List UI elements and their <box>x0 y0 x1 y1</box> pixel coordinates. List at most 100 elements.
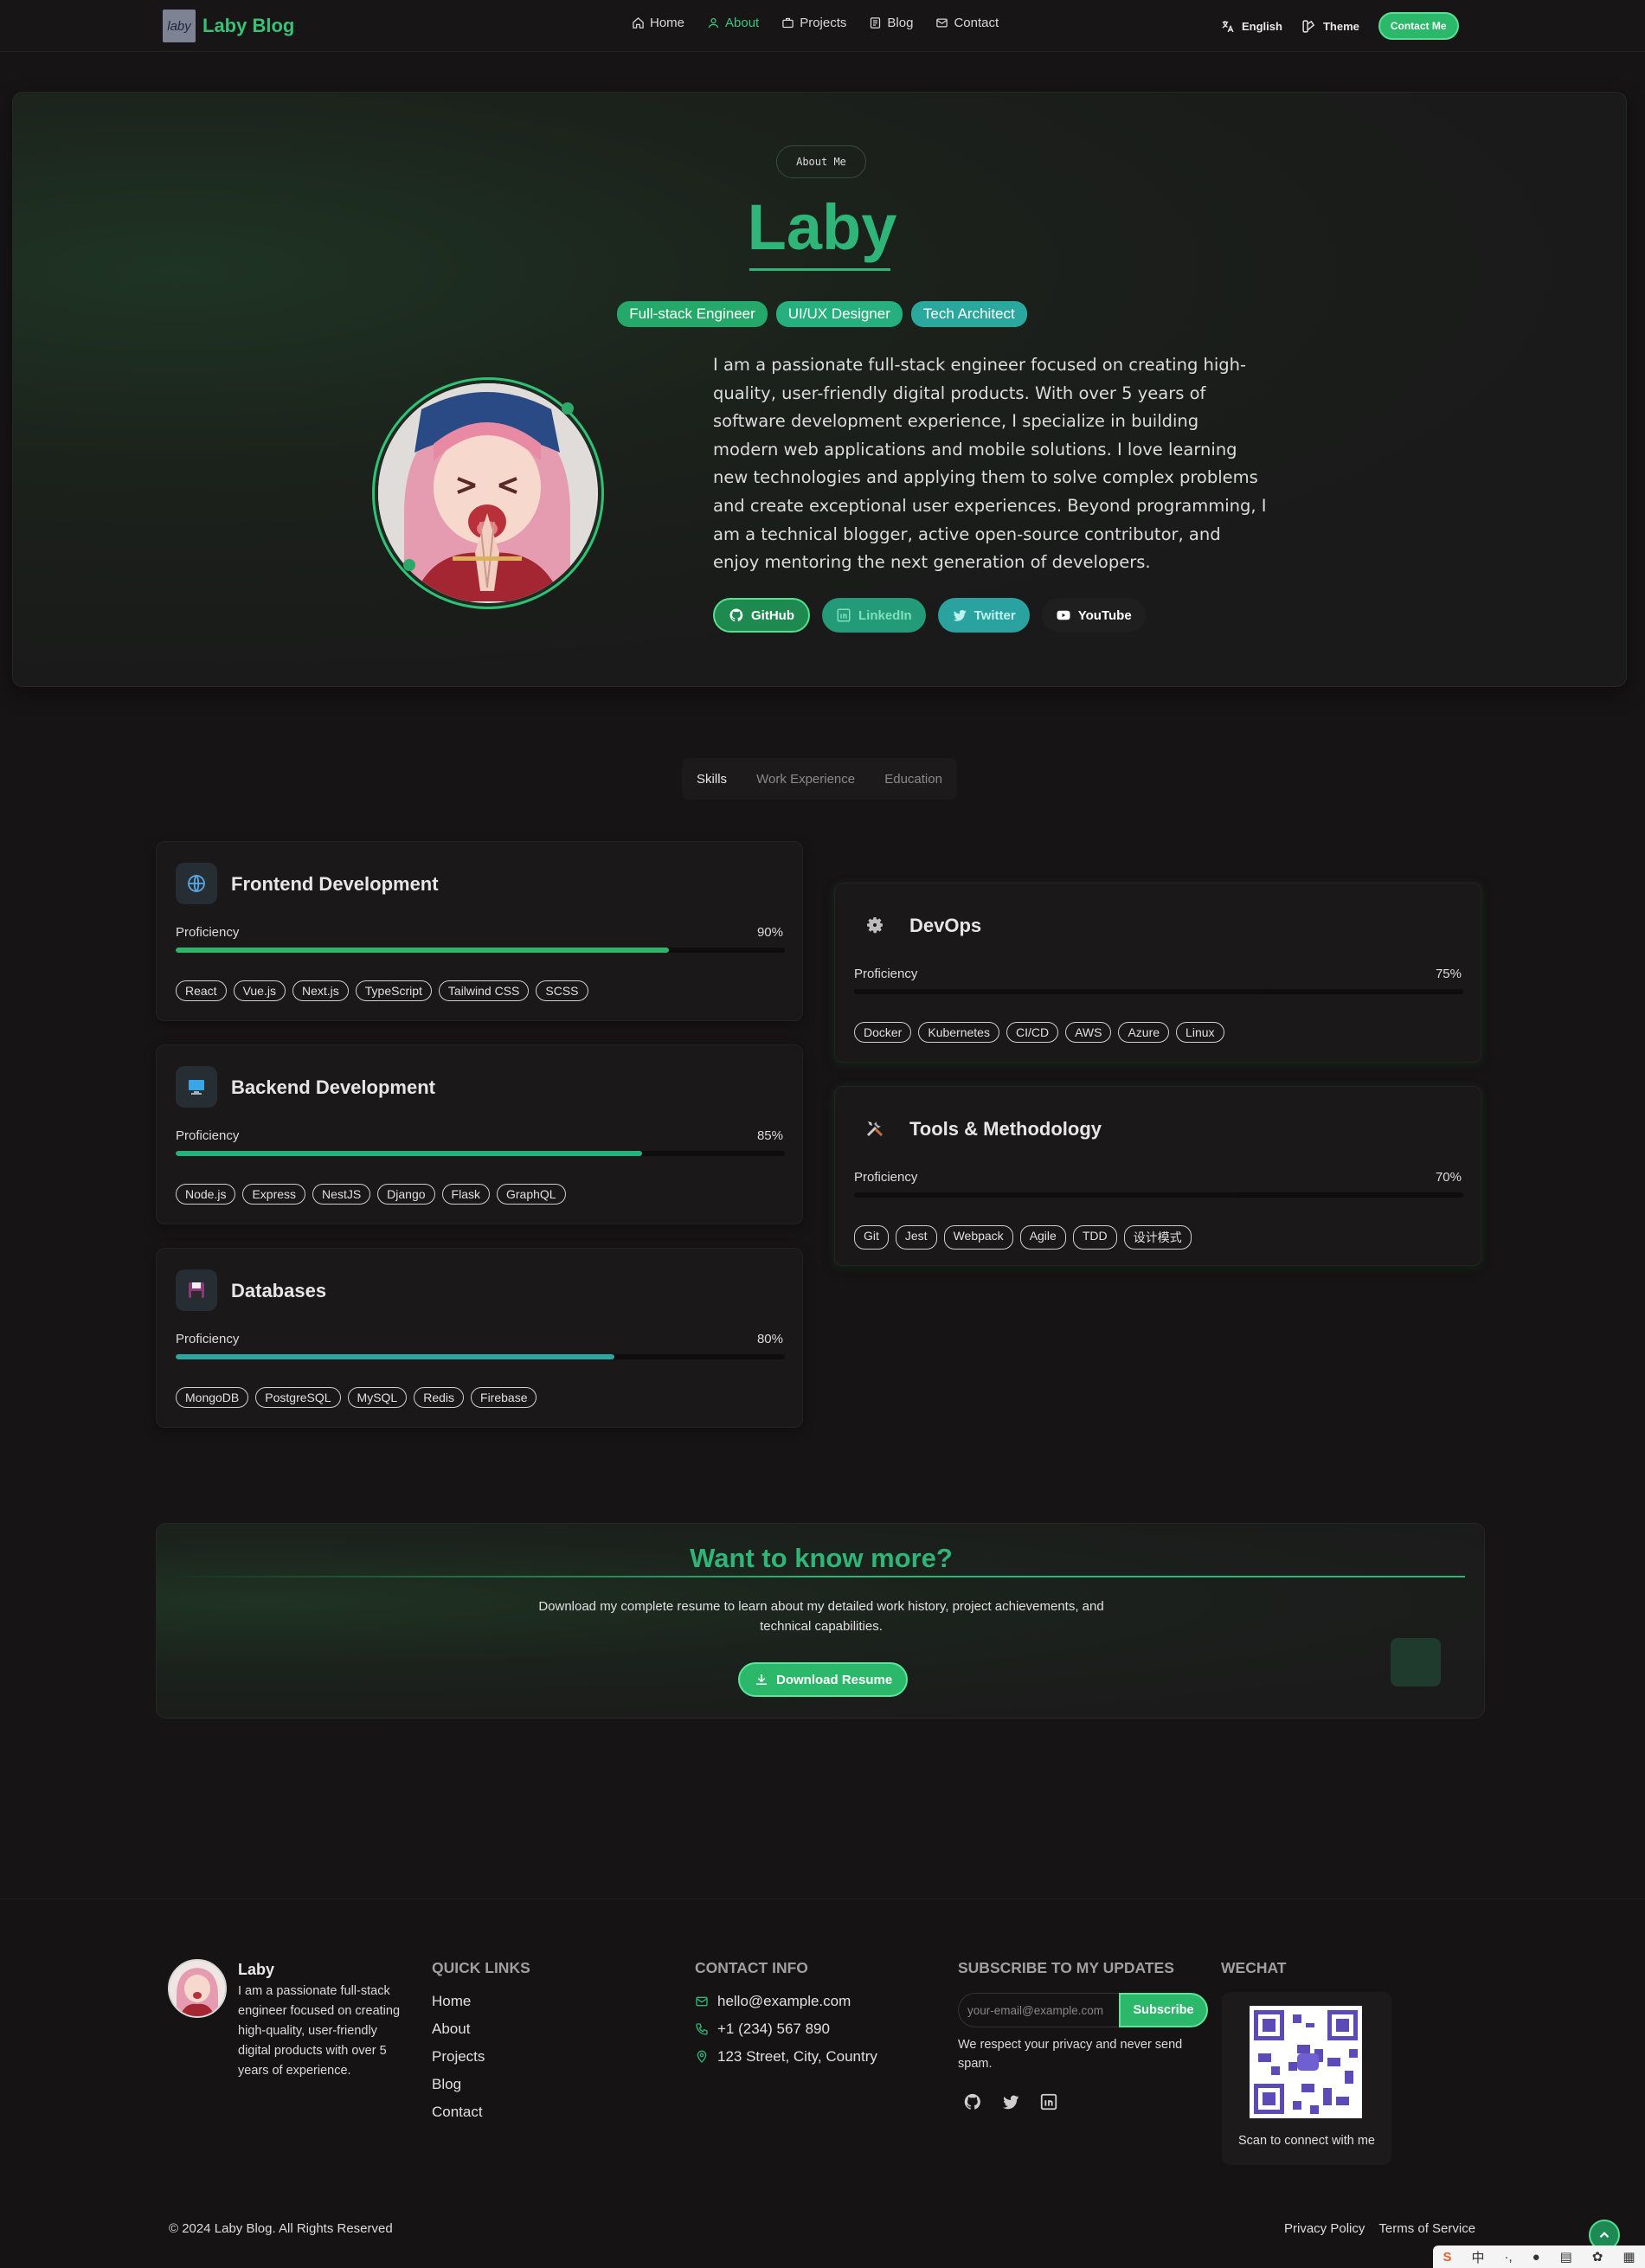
grid-icon[interactable]: ▦ <box>1623 2249 1635 2265</box>
linkedin-button[interactable]: LinkedIn <box>822 598 926 633</box>
download-icon <box>756 1674 767 1685</box>
skill-tag: MongoDB <box>176 1387 249 1408</box>
monitor-icon <box>176 1066 217 1108</box>
cta-text: Download my complete resume to learn abo… <box>538 1599 1104 1634</box>
decorative-dot <box>403 559 415 571</box>
footer-link-about[interactable]: About <box>432 2015 485 2043</box>
chevron-up-icon <box>1599 2232 1610 2239</box>
linkedin-icon[interactable] <box>1039 2092 1058 2111</box>
tools-icon <box>854 1108 896 1149</box>
skill-card-title: Databases <box>231 1280 327 1301</box>
privacy-policy-link[interactable]: Privacy Policy <box>1284 2221 1365 2236</box>
keyboard-icon[interactable]: ▤ <box>1560 2249 1572 2265</box>
nav-contact[interactable]: Contact <box>935 16 999 30</box>
skill-tags: Node.js Express NestJS Django Flask Grap… <box>176 1184 566 1205</box>
tab-education[interactable]: Education <box>884 772 942 787</box>
subscribe-button[interactable]: Subscribe <box>1119 1993 1208 2027</box>
nav-home[interactable]: Home <box>632 16 684 30</box>
proficiency-value: 85% <box>756 1128 783 1143</box>
tab-skills[interactable]: Skills <box>697 772 727 787</box>
hero-bio: I am a passionate full-stack engineer fo… <box>713 355 1267 573</box>
contact-email[interactable]: hello@example.com <box>695 1988 877 2015</box>
nav-home-label: Home <box>650 16 685 30</box>
ime-logo[interactable]: S <box>1443 2250 1451 2265</box>
github-icon <box>729 608 743 622</box>
cta-title: Want to know more? <box>690 1543 953 1573</box>
github-button[interactable]: GitHub <box>713 598 810 633</box>
nav-projects[interactable]: Projects <box>781 16 846 30</box>
contact-phone[interactable]: +1 (234) 567 890 <box>695 2015 877 2043</box>
language-switcher[interactable]: English <box>1220 19 1282 34</box>
phone-text: +1 (234) 567 890 <box>717 2021 830 2037</box>
ime-mode[interactable]: 中 <box>1471 2248 1484 2266</box>
document-icon <box>871 17 881 29</box>
theme-switcher[interactable]: Theme <box>1301 19 1359 34</box>
terms-of-service-link[interactable]: Terms of Service <box>1378 2221 1475 2236</box>
cta-divider <box>177 1576 1465 1577</box>
youtube-button[interactable]: YouTube <box>1041 598 1146 633</box>
proficiency-label: Proficiency <box>176 1332 240 1346</box>
quick-links-heading: QUICK LINKS <box>432 1959 530 1976</box>
decorative-square <box>1391 1638 1441 1687</box>
footer-link-home[interactable]: Home <box>432 1988 485 2015</box>
phone-icon <box>696 2023 708 2035</box>
skill-tag: Django <box>377 1184 435 1205</box>
skill-card-frontend: Frontend Development Proficiency 90% Rea… <box>156 841 803 1021</box>
twitter-icon[interactable] <box>1001 2092 1020 2111</box>
about-tabs: Skills Work Experience Education <box>682 758 957 800</box>
twitter-button[interactable]: Twitter <box>937 598 1030 633</box>
contact-me-button[interactable]: Contact Me <box>1378 12 1459 40</box>
skill-tag: Tailwind CSS <box>438 980 530 1001</box>
skill-tag: Agile <box>1019 1225 1066 1250</box>
language-label: English <box>1242 19 1282 33</box>
skill-tag: SCSS <box>536 980 588 1001</box>
skill-card-title: DevOps <box>909 915 982 936</box>
brand[interactable]: laby Laby Blog <box>163 10 294 42</box>
proficiency-label: Proficiency <box>854 967 918 981</box>
translate-icon <box>1222 20 1234 32</box>
resume-cta: Want to know more? Download my complete … <box>156 1523 1485 1719</box>
footer-link-projects[interactable]: Projects <box>432 2043 485 2071</box>
wechat-qr-card: Scan to connect with me <box>1222 1992 1391 2165</box>
proficiency-value: 70% <box>1435 1170 1462 1185</box>
proficiency-label: Proficiency <box>176 1128 240 1143</box>
user-icon <box>708 17 719 29</box>
ime-punctuation-icon[interactable]: ·, <box>1504 2250 1512 2265</box>
nav-projects-label: Projects <box>800 16 847 30</box>
hero-name: Laby <box>747 191 897 263</box>
nav-blog[interactable]: Blog <box>869 16 913 30</box>
nav-contact-label: Contact <box>954 16 999 30</box>
briefcase-icon <box>782 17 794 29</box>
skill-tag: Azure <box>1118 1022 1170 1043</box>
tab-work-experience[interactable]: Work Experience <box>756 772 855 787</box>
skin-icon[interactable]: ✿ <box>1592 2249 1603 2265</box>
skill-tag: TypeScript <box>355 980 432 1001</box>
footer-link-contact[interactable]: Contact <box>432 2098 485 2126</box>
social-buttons: GitHub LinkedIn Twitter YouTube <box>713 598 1146 633</box>
microphone-icon[interactable]: ● <box>1533 2250 1540 2265</box>
skill-tag: GraphQL <box>497 1184 566 1205</box>
decorative-dot <box>562 402 574 414</box>
github-icon[interactable] <box>963 2092 982 2111</box>
subscribe-heading: SUBSCRIBE TO MY UPDATES <box>958 1959 1174 1976</box>
skill-tags: React Vue.js Next.js TypeScript Tailwind… <box>176 980 588 1001</box>
subscribe-email-input[interactable]: your-email@example.com <box>958 1993 1119 2027</box>
email-text: hello@example.com <box>717 1993 851 2009</box>
skill-tag: Express <box>242 1184 306 1205</box>
footer-link-blog[interactable]: Blog <box>432 2071 485 2098</box>
nav-blog-label: Blog <box>887 16 914 30</box>
skill-card-backend: Backend Development Proficiency 85% Node… <box>156 1044 803 1224</box>
skill-tag: Linux <box>1176 1022 1224 1043</box>
proficiency-bar <box>176 1151 785 1156</box>
skill-tags: Git Jest Webpack Agile TDD 设计模式 <box>854 1225 1192 1250</box>
nav-about[interactable]: About <box>707 16 759 30</box>
proficiency-value: 80% <box>756 1332 783 1346</box>
skill-tag: CI/CD <box>1006 1022 1059 1043</box>
download-resume-button[interactable]: Download Resume <box>738 1662 909 1697</box>
about-me-pill: About Me <box>776 145 866 178</box>
skill-tag: Kubernetes <box>918 1022 999 1043</box>
skill-tag: Vue.js <box>233 980 286 1001</box>
contact-address: 123 Street, City, Country <box>695 2043 877 2071</box>
proficiency-bar-fill <box>854 989 1266 994</box>
globe-icon <box>176 863 217 904</box>
